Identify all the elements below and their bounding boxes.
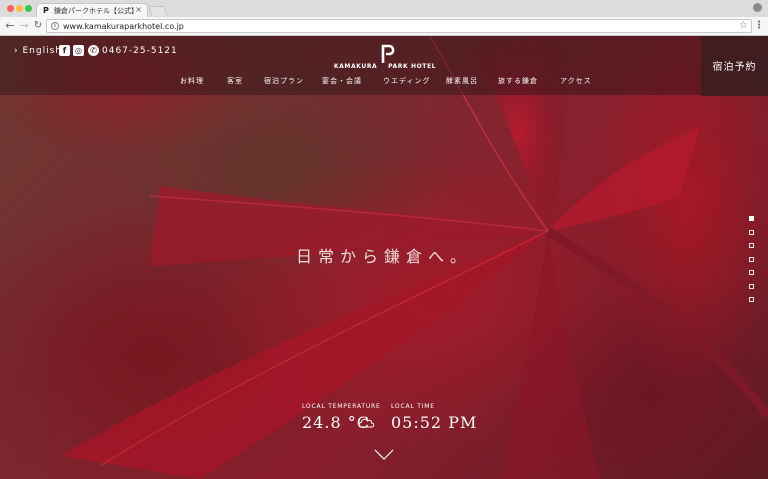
- forward-icon[interactable]: →: [18, 20, 30, 32]
- global-nav: お料理 客室 宿泊プラン 宴会・会議 ウエディング 酵素風呂 旅する鎌倉 アクセ…: [170, 77, 610, 89]
- star-icon[interactable]: ☆: [739, 20, 748, 32]
- reserve-button[interactable]: 宿泊予約: [701, 36, 768, 96]
- tab-close-icon[interactable]: ×: [135, 5, 142, 15]
- time-label: LOCAL TIME: [391, 403, 435, 410]
- address-bar[interactable]: i www.kamakuraparkhotel.co.jp ☆: [46, 19, 752, 33]
- hero-tagline: 日常から鎌倉へ。: [295, 247, 472, 266]
- cloud-icon: [358, 418, 375, 428]
- close-window-button[interactable]: [7, 5, 14, 12]
- hero-page: › English f ◎ ✆ 0467-25-5121 KAMAKURA PA…: [0, 36, 768, 479]
- instagram-icon[interactable]: ◎: [73, 45, 84, 56]
- nav-item-enzyme-bath[interactable]: 酵素風呂: [446, 77, 478, 86]
- temperature-label: LOCAL TEMPERATURE: [302, 403, 381, 410]
- slide-dot[interactable]: [749, 257, 754, 262]
- slide-dot[interactable]: [749, 243, 754, 248]
- menu-icon[interactable]: ⋮: [754, 20, 764, 32]
- logo-text-bottom: PARK HOTEL: [388, 63, 437, 70]
- url-text[interactable]: www.kamakuraparkhotel.co.jp: [63, 21, 184, 32]
- reserve-label: 宿泊予約: [712, 62, 757, 73]
- nav-item-access[interactable]: アクセス: [560, 77, 592, 86]
- slide-dot[interactable]: [749, 270, 754, 275]
- chevron-down-icon[interactable]: [374, 449, 394, 461]
- browser-tab[interactable]: P 鎌倉パークホテル【公式】 | Ka ×: [36, 3, 148, 17]
- browser-chrome: P 鎌倉パークホテル【公式】 | Ka × ← → ↻ i www.kamaku…: [0, 0, 768, 36]
- slide-dot[interactable]: [749, 230, 754, 235]
- nav-item-cuisine[interactable]: お料理: [180, 77, 204, 86]
- slide-dot[interactable]: [749, 284, 754, 289]
- nav-item-plans[interactable]: 宿泊プラン: [264, 77, 304, 86]
- hotel-logo-icon[interactable]: [378, 44, 398, 64]
- nav-item-banquet[interactable]: 宴会・会議: [322, 77, 362, 86]
- tab-title: 鎌倉パークホテル【公式】 | Ka: [54, 7, 134, 15]
- hotel-logo-text[interactable]: KAMAKURA PARK HOTEL: [320, 63, 450, 70]
- facebook-icon[interactable]: f: [59, 45, 70, 56]
- nav-item-wedding[interactable]: ウエディング: [383, 77, 431, 86]
- new-tab-button[interactable]: [148, 6, 168, 16]
- reload-icon[interactable]: ↻: [32, 20, 44, 32]
- phone-number[interactable]: 0467-25-5121: [102, 46, 178, 56]
- slide-dot[interactable]: [749, 216, 754, 221]
- logo-text-top: KAMAKURA: [333, 63, 378, 70]
- browser-toolbar: ← → ↻ i www.kamakuraparkhotel.co.jp ☆ ⋮: [0, 17, 768, 36]
- tab-strip: P 鎌倉パークホテル【公式】 | Ka ×: [0, 0, 768, 17]
- profile-icon[interactable]: [753, 3, 762, 12]
- slide-dot[interactable]: [749, 297, 754, 302]
- maximize-window-button[interactable]: [25, 5, 32, 12]
- english-link[interactable]: › English: [14, 46, 62, 56]
- minimize-window-button[interactable]: [16, 5, 23, 12]
- time-value: 05:52 PM: [391, 413, 478, 432]
- nav-item-rooms[interactable]: 客室: [227, 77, 243, 86]
- info-icon[interactable]: i: [51, 22, 59, 30]
- phone-icon[interactable]: ✆: [88, 45, 99, 56]
- favicon-icon: P: [43, 6, 49, 15]
- nav-item-travel[interactable]: 旅する鎌倉: [498, 77, 538, 86]
- back-icon[interactable]: ←: [4, 20, 16, 32]
